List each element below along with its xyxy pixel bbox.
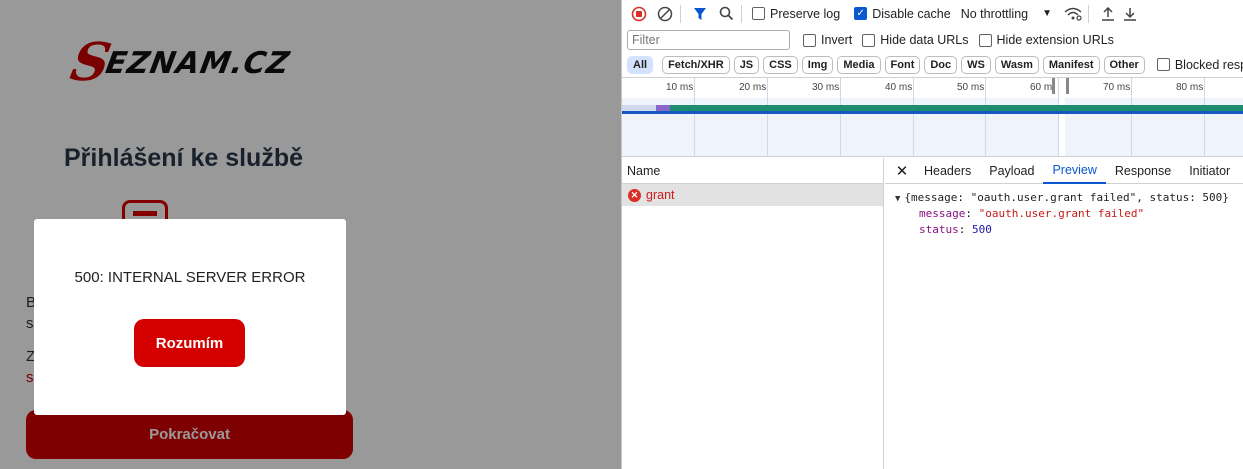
close-icon[interactable]: ✕ (889, 162, 915, 180)
timeline-overview[interactable]: 10 ms 20 ms 30 ms 40 ms 50 ms 60 m 70 ms… (622, 77, 1243, 157)
error-dialog: 500: INTERNAL SERVER ERROR Rozumím (34, 219, 346, 415)
error-message: 500: INTERNAL SERVER ERROR (74, 269, 306, 286)
type-filter-all[interactable]: All (627, 55, 654, 74)
timeline-tick-label: 20 ms (739, 82, 767, 93)
dismiss-button[interactable]: Rozumím (134, 319, 245, 367)
type-filter-font[interactable]: Font (884, 55, 921, 74)
timeline-ruler (622, 78, 1243, 98)
search-icon[interactable] (715, 3, 737, 25)
check-icon: ✓ (854, 7, 868, 20)
request-list: Name ✕ grant (622, 158, 884, 469)
disable-cache-label: Disable cache (872, 6, 951, 21)
tab-payload[interactable]: Payload (980, 158, 1043, 184)
timeline-gridline (767, 78, 768, 156)
timeline-gridline (1131, 78, 1132, 156)
request-row[interactable]: ✕ grant (622, 184, 883, 206)
invert-label: Invert (821, 33, 853, 47)
export-har-icon[interactable] (1119, 3, 1141, 25)
type-filter-manifest[interactable]: Manifest (1042, 55, 1100, 74)
network-toolbar: Preserve log ✓ Disable cache No throttli… (622, 0, 1243, 27)
timeline-gridline (694, 78, 695, 156)
type-filter-img[interactable]: Img (801, 55, 834, 74)
record-stop-icon[interactable] (628, 3, 650, 25)
filter-bar: Invert Hide data URLs Hide extension URL… (622, 28, 1243, 52)
details-tabs: ✕ Headers Payload Preview Response Initi… (885, 158, 1243, 184)
invert-checkbox[interactable]: Invert (803, 33, 852, 47)
disable-cache-checkbox[interactable]: ✓ Disable cache (854, 7, 951, 21)
checkbox-unchecked (978, 33, 992, 47)
checkbox-unchecked (752, 7, 765, 20)
timeline-tick-label: 50 ms (957, 82, 985, 93)
timeline-selection-handle-left[interactable] (1052, 78, 1055, 94)
filter-input[interactable] (627, 30, 790, 50)
expand-triangle-icon[interactable]: ▼ (895, 194, 900, 204)
resource-type-filter: All Fetch/XHR JS CSS Img Media Font Doc … (622, 53, 1243, 76)
type-filter-wasm[interactable]: Wasm (994, 55, 1039, 74)
json-summary: {message: "oauth.user.grant failed", sta… (904, 191, 1229, 204)
type-filter-doc[interactable]: Doc (924, 55, 958, 74)
type-filter-other[interactable]: Other (1103, 55, 1145, 74)
hide-data-urls-label: Hide data URLs (880, 33, 969, 47)
clear-icon[interactable] (654, 3, 676, 25)
timeline-request-bar (622, 111, 1243, 114)
error-icon: ✕ (628, 188, 641, 202)
type-filter-media[interactable]: Media (837, 55, 881, 74)
preserve-log-label: Preserve log (770, 6, 841, 21)
tab-preview[interactable]: Preview (1043, 158, 1106, 184)
json-key: message (919, 207, 966, 220)
json-property-status: status: 500 (919, 223, 992, 236)
json-key: status (919, 223, 959, 236)
timeline-tick-label: 30 ms (812, 82, 840, 93)
tab-response[interactable]: Response (1106, 158, 1180, 184)
json-preview: ▼ {message: "oauth.user.grant failed", st… (885, 184, 1243, 238)
chevron-down-icon: ▼ (1042, 8, 1053, 19)
toolbar-divider (1088, 4, 1090, 23)
preserve-log-checkbox[interactable]: Preserve log (752, 7, 840, 21)
tab-headers[interactable]: Headers (915, 158, 980, 184)
import-har-icon[interactable] (1097, 3, 1119, 25)
request-name: grant (646, 188, 675, 202)
timeline-tick-label: 70 ms (1103, 82, 1131, 93)
json-number-value: 500 (972, 223, 992, 236)
hide-extension-urls-checkbox[interactable]: Hide extension URLs (978, 33, 1114, 47)
timeline-gridline (1204, 78, 1205, 156)
type-filter-fetch-xhr[interactable]: Fetch/XHR (662, 55, 730, 74)
timeline-tick-label: 60 m (1030, 82, 1053, 93)
blocked-responses-checkbox[interactable]: Blocked respons (1156, 57, 1243, 72)
network-conditions-icon[interactable] (1062, 3, 1084, 25)
checkbox-unchecked (803, 33, 816, 47)
timeline-gridline (913, 78, 914, 156)
throttling-value: No throttling (960, 6, 1029, 21)
timeline-tick-label: 80 ms (1176, 82, 1204, 93)
timeline-selection-handle-right[interactable] (1066, 78, 1069, 94)
timeline-gridline (840, 78, 841, 156)
hide-data-urls-checkbox[interactable]: Hide data URLs (862, 33, 969, 47)
checkbox-unchecked (862, 33, 876, 47)
timeline-tick-label: 10 ms (666, 82, 694, 93)
throttling-select[interactable]: No throttling ▼ (961, 7, 1052, 21)
web-page: S EZNAM.CZ Přihlášení ke službě B s Z s … (0, 0, 621, 469)
filter-icon[interactable] (689, 3, 711, 25)
timeline-gridline (985, 78, 986, 156)
toolbar-divider (680, 4, 681, 23)
json-string-value: "oauth.user.grant failed" (978, 207, 1145, 220)
hide-extension-urls-label: Hide extension URLs (996, 33, 1114, 47)
type-filter-ws[interactable]: WS (961, 55, 991, 74)
json-property-message: message: "oauth.user.grant failed" (919, 207, 1145, 220)
json-root-node[interactable]: ▼ {message: "oauth.user.grant failed", st… (895, 190, 1243, 206)
request-details: ✕ Headers Payload Preview Response Initi… (885, 158, 1243, 469)
name-column-header[interactable]: Name (622, 158, 883, 184)
timeline-tick-label: 40 ms (885, 82, 913, 93)
type-filter-js[interactable]: JS (733, 55, 760, 74)
type-filter-css[interactable]: CSS (763, 55, 798, 74)
devtools-network-panel: Preserve log ✓ Disable cache No throttli… (621, 0, 1243, 469)
tab-initiator[interactable]: Initiator (1180, 158, 1239, 184)
toolbar-divider (741, 4, 742, 23)
blocked-responses-label: Blocked respons (1174, 57, 1243, 72)
checkbox-unchecked (1156, 58, 1170, 71)
